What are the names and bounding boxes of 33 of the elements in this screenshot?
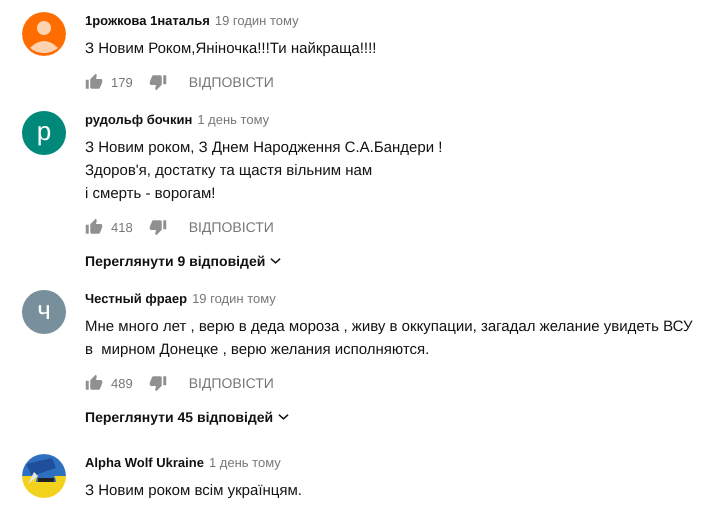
thumbs-down-icon[interactable] xyxy=(148,374,167,392)
author-name[interactable]: Честный фраер xyxy=(85,291,188,306)
thumbs-down-icon[interactable] xyxy=(148,73,167,91)
author-name[interactable]: 1рожкова 1наталья xyxy=(85,13,210,28)
author-name[interactable]: рудольф бочкин xyxy=(85,112,192,127)
like-count: 489 xyxy=(111,376,133,390)
comment-text: З Новим роком, З Днем Народження С.А.Бандери ! xyxy=(85,138,442,158)
timestamp[interactable]: 1 день тому xyxy=(208,455,281,470)
avatar: р xyxy=(22,111,66,155)
thumbs-up-icon[interactable] xyxy=(85,218,103,236)
avatar: ч xyxy=(22,290,66,334)
like-count: 179 xyxy=(111,74,133,90)
timestamp[interactable]: 1 день тому xyxy=(197,112,270,127)
reply-button[interactable]: ВІДПОВІСТИ xyxy=(188,375,274,391)
reply-button[interactable]: ВІДПОВІСТИ xyxy=(188,74,274,90)
thumbs-down-icon[interactable] xyxy=(148,218,167,236)
thumbs-up-icon[interactable] xyxy=(85,73,103,91)
timestamp[interactable]: 19 годин тому xyxy=(192,291,276,306)
comment-text: З Новим роком всім українцям. xyxy=(85,481,302,501)
comment-text: в мирном Донецке , верю желания исполняются. xyxy=(85,340,430,360)
view-replies-button[interactable]: Переглянути 9 відповідей xyxy=(85,253,282,269)
chevron-down-icon xyxy=(278,413,290,421)
author-name[interactable]: Alpha Wolf Ukraine xyxy=(85,455,204,470)
view-replies-button[interactable]: Переглянути 45 відповідей xyxy=(85,409,290,425)
thumbs-up-icon[interactable] xyxy=(85,374,103,392)
comment-text: і смерть - ворогам! xyxy=(85,184,216,204)
comment-text: Здоров'я, достатку та щастя вільним нам xyxy=(85,161,372,181)
comment-text: Мне много лет , верю в деда мороза , живу в оккупации, загадал желание увидеть ВСУ xyxy=(85,317,692,337)
chevron-down-icon xyxy=(270,257,282,265)
comment-text: З Новим Роком,Яніночка!!!Ти найкраща!!!! xyxy=(85,39,376,59)
timestamp[interactable]: 19 годин тому xyxy=(214,13,299,28)
reply-button[interactable]: ВІДПОВІСТИ xyxy=(188,219,274,235)
like-count: 418 xyxy=(111,220,133,234)
